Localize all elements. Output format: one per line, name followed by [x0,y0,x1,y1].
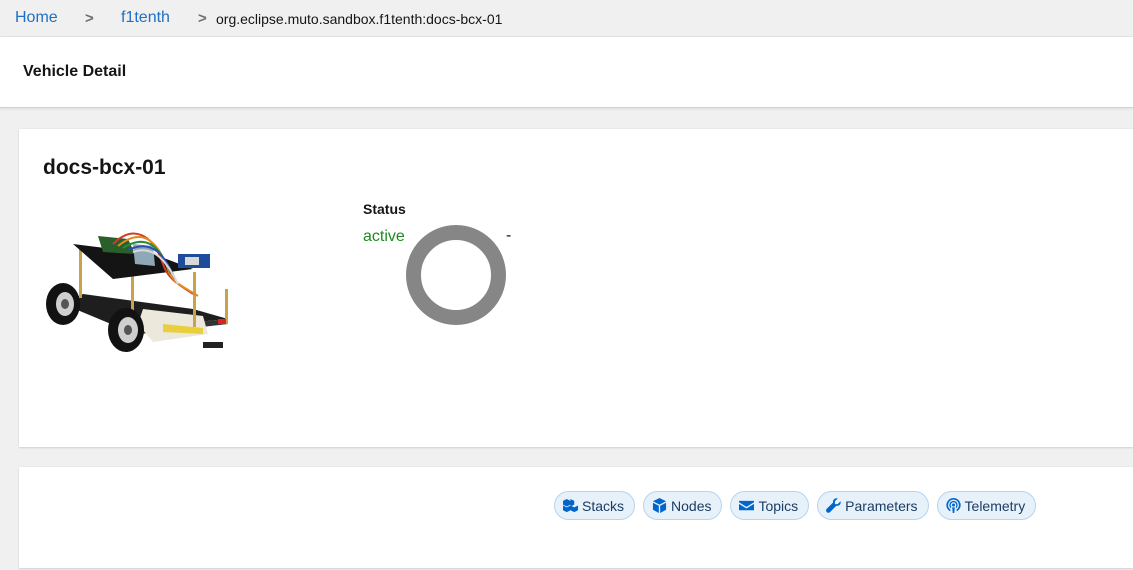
tab-topics[interactable]: Topics [730,491,810,520]
tab-parameters-label: Parameters [845,497,918,514]
cube-icon [652,498,667,513]
vehicle-detail-card: docs-bcx-01 Status active - [19,129,1133,447]
breadcrumb-home-link[interactable]: Home [15,9,58,27]
status-label: Status [363,201,406,217]
wrench-icon [826,498,841,513]
breadcrumb-separator-icon: > [85,10,94,27]
status-value: active [363,228,405,245]
tab-parameters[interactable]: Parameters [817,491,929,520]
page-header: Vehicle Detail [0,37,1133,108]
breadcrumb-current: org.eclipse.muto.sandbox.f1tenth:docs-bc… [216,11,503,27]
tab-bar: Stacks Nodes Topics Parameters Telemetry [554,491,1037,520]
tab-topics-label: Topics [758,497,799,514]
tab-nodes[interactable]: Nodes [643,491,723,520]
tab-telemetry-label: Telemetry [964,497,1026,514]
tab-telemetry[interactable]: Telemetry [936,491,1037,520]
vehicle-name: docs-bcx-01 [43,156,166,179]
vehicle-image [46,232,228,352]
vehicle-tabs-card: Stacks Nodes Topics Parameters Telemetry [19,467,1133,568]
cubes-icon [563,498,578,513]
page-title: Vehicle Detail [23,63,127,80]
envelope-icon [739,500,755,511]
tab-stacks-label: Stacks [582,497,625,514]
secondary-status-value: - [506,227,512,244]
breadcrumb-f1tenth-link[interactable]: f1tenth [121,9,170,27]
loading-spinner-icon [406,225,506,325]
podcast-icon [945,498,961,513]
breadcrumb: Home > f1tenth > org.eclipse.muto.sandbo… [0,0,1133,37]
tab-stacks[interactable]: Stacks [554,491,636,520]
tab-nodes-label: Nodes [671,497,712,514]
breadcrumb-separator-icon: > [198,10,207,27]
